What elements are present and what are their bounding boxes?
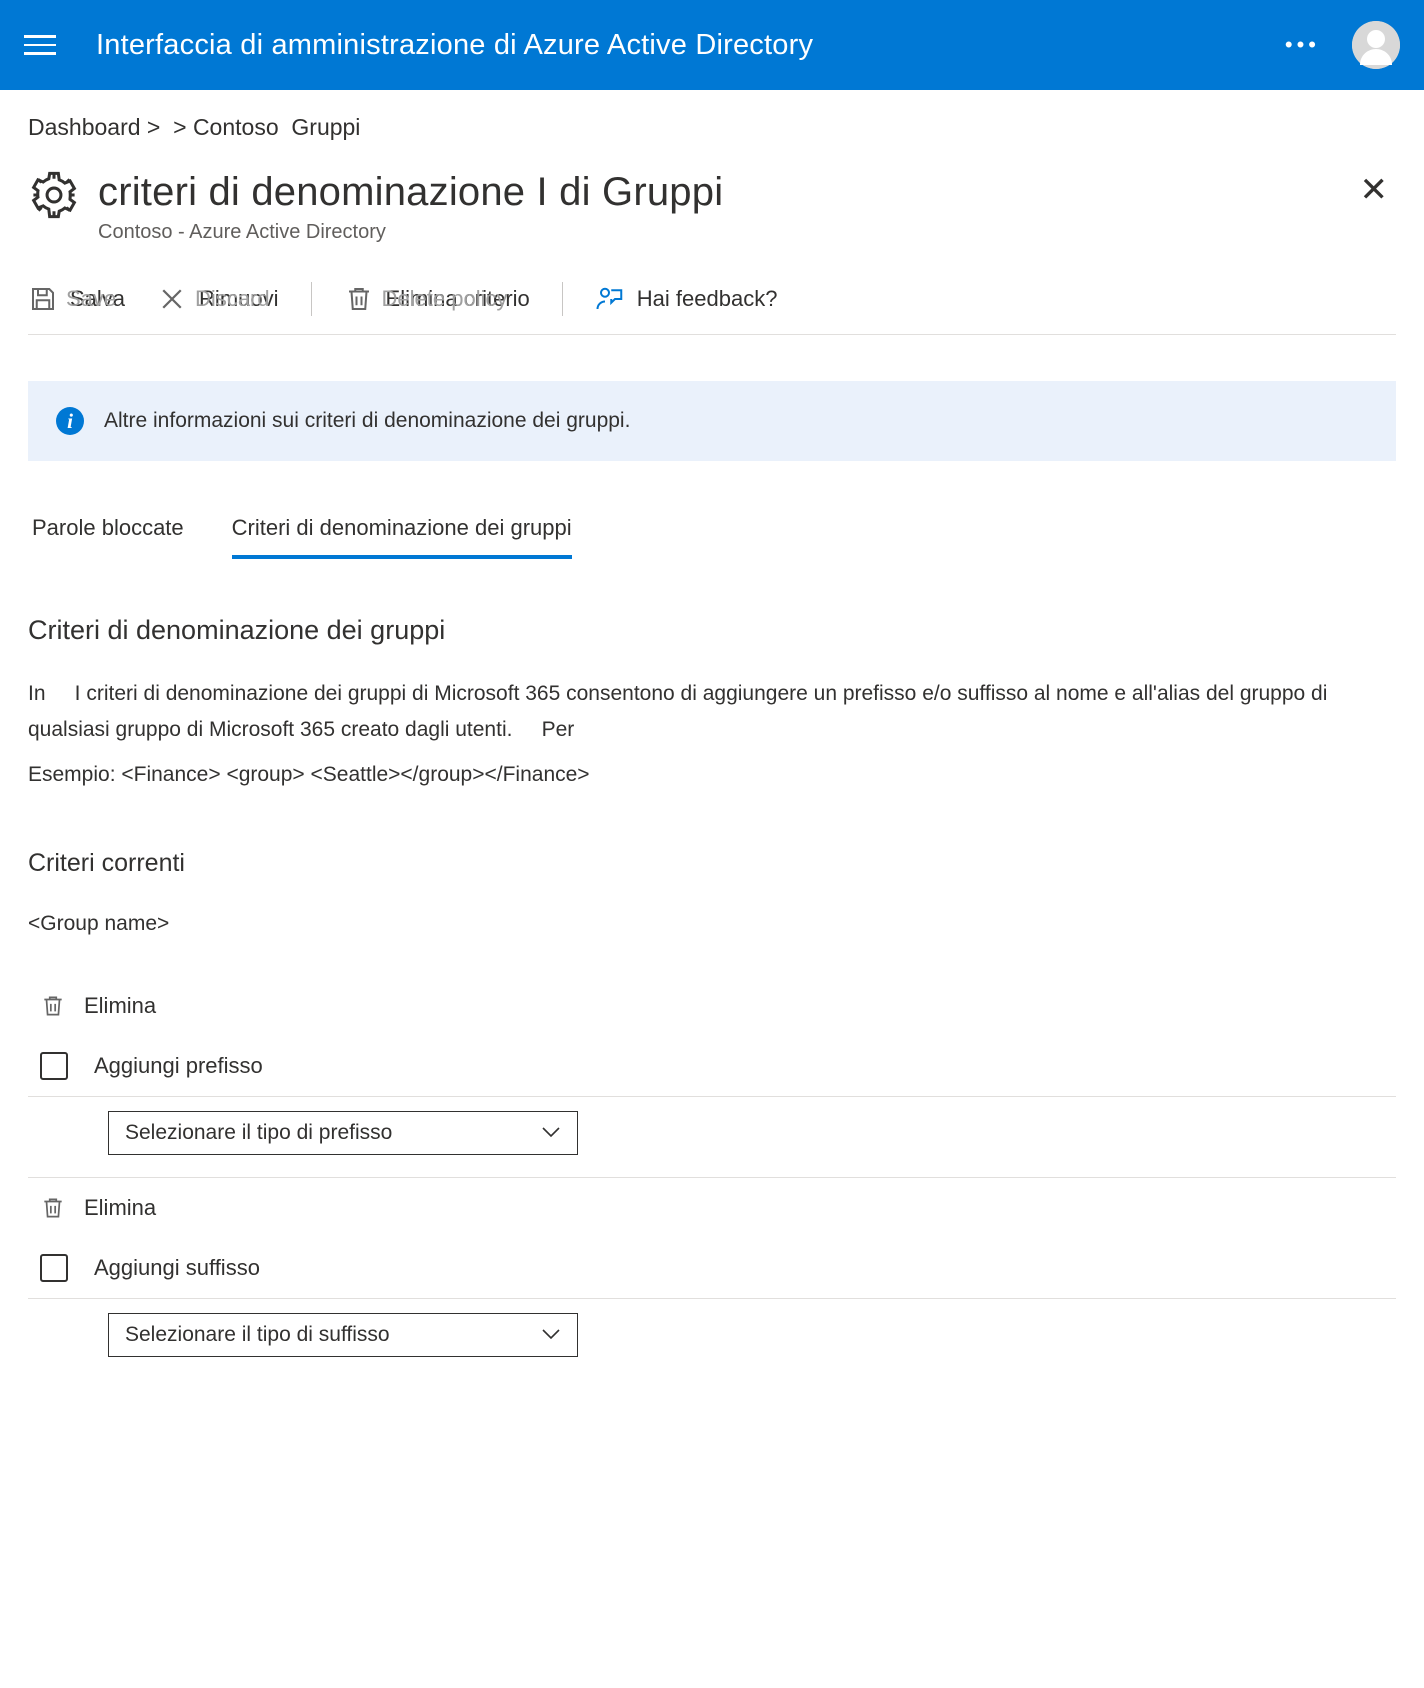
save-icon [28, 284, 58, 314]
gear-icon [28, 169, 80, 227]
add-suffix-label: Aggiungi suffisso [94, 1255, 260, 1281]
discard-button[interactable]: Rimuovi Discard [157, 284, 278, 314]
suffix-type-placeholder: Selezionare il tipo di suffisso [125, 1323, 390, 1347]
hamburger-icon[interactable] [24, 29, 56, 61]
add-prefix-label: Aggiungi prefisso [94, 1053, 263, 1079]
delete-row: Elimina [28, 976, 1396, 1036]
trash-icon [40, 992, 66, 1020]
page-subtitle: Contoso - Azure Active Directory [98, 221, 1334, 244]
section-description: In I criteri di denominazione dei gruppi… [28, 676, 1396, 747]
toolbar-divider [562, 282, 563, 316]
section-example: Esempio: <Finance> <group> <Seattle></gr… [28, 757, 1396, 793]
close-icon [157, 284, 187, 314]
tab-group-naming-policy[interactable]: Criteri di denominazione dei gruppi [232, 515, 572, 559]
trash-icon [40, 1194, 66, 1222]
info-banner[interactable]: i Altre informazioni sui criteri di deno… [28, 381, 1396, 461]
more-icon[interactable]: ••• [1285, 32, 1320, 58]
feedback-button[interactable]: Hai feedback? [595, 284, 778, 314]
add-suffix-checkbox[interactable] [40, 1254, 68, 1282]
add-suffix-row: Aggiungi suffisso [28, 1238, 1396, 1299]
delete-prefix-button[interactable] [40, 992, 66, 1020]
breadcrumb[interactable]: Dashboard > > Contoso Gruppi [28, 114, 1396, 141]
save-button[interactable]: Salva Save [28, 284, 125, 314]
app-title: Interfaccia di amministrazione di Azure … [96, 29, 1245, 62]
topbar: Interfaccia di amministrazione di Azure … [0, 0, 1424, 90]
suffix-type-select[interactable]: Selezionare il tipo di suffisso [108, 1313, 578, 1357]
avatar[interactable] [1352, 21, 1400, 69]
prefix-type-select[interactable]: Selezionare il tipo di prefisso [108, 1111, 578, 1155]
tab-blocked-words[interactable]: Parole bloccate [32, 515, 184, 559]
add-prefix-checkbox[interactable] [40, 1052, 68, 1080]
delete-label: Elimina [84, 1195, 156, 1221]
info-icon: i [56, 407, 84, 435]
add-prefix-row: Aggiungi prefisso [28, 1036, 1396, 1097]
delete-policy-button[interactable]: Elimina criterio Delete policy [344, 284, 530, 314]
suffix-dropdown-row: Selezionare il tipo di suffisso [28, 1299, 1396, 1379]
policy-preview: <Group name> [28, 912, 1396, 936]
chevron-down-icon [541, 1323, 561, 1347]
prefix-type-placeholder: Selezionare il tipo di prefisso [125, 1121, 392, 1145]
info-banner-text: Altre informazioni sui criteri di denomi… [104, 409, 630, 433]
trash-icon [344, 284, 374, 314]
prefix-dropdown-row: Selezionare il tipo di prefisso [28, 1097, 1396, 1178]
toolbar: Salva Save Rimuovi Discard Elimina crite… [28, 262, 1396, 335]
delete-label: Elimina [84, 993, 156, 1019]
chevron-down-icon [541, 1121, 561, 1145]
delete-row: Elimina [28, 1178, 1396, 1238]
page-header: criteri di denominazione I di Gruppi Con… [28, 169, 1396, 244]
close-button[interactable]: ✕ [1352, 169, 1397, 211]
delete-suffix-button[interactable] [40, 1194, 66, 1222]
toolbar-divider [311, 282, 312, 316]
feedback-icon [595, 284, 625, 314]
current-policy-heading: Criteri correnti [28, 849, 1396, 878]
tabs: Parole bloccate Criteri di denominazione… [28, 515, 1396, 559]
page-title: criteri di denominazione I di Gruppi [98, 169, 1334, 215]
section-heading: Criteri di denominazione dei gruppi [28, 615, 1396, 646]
